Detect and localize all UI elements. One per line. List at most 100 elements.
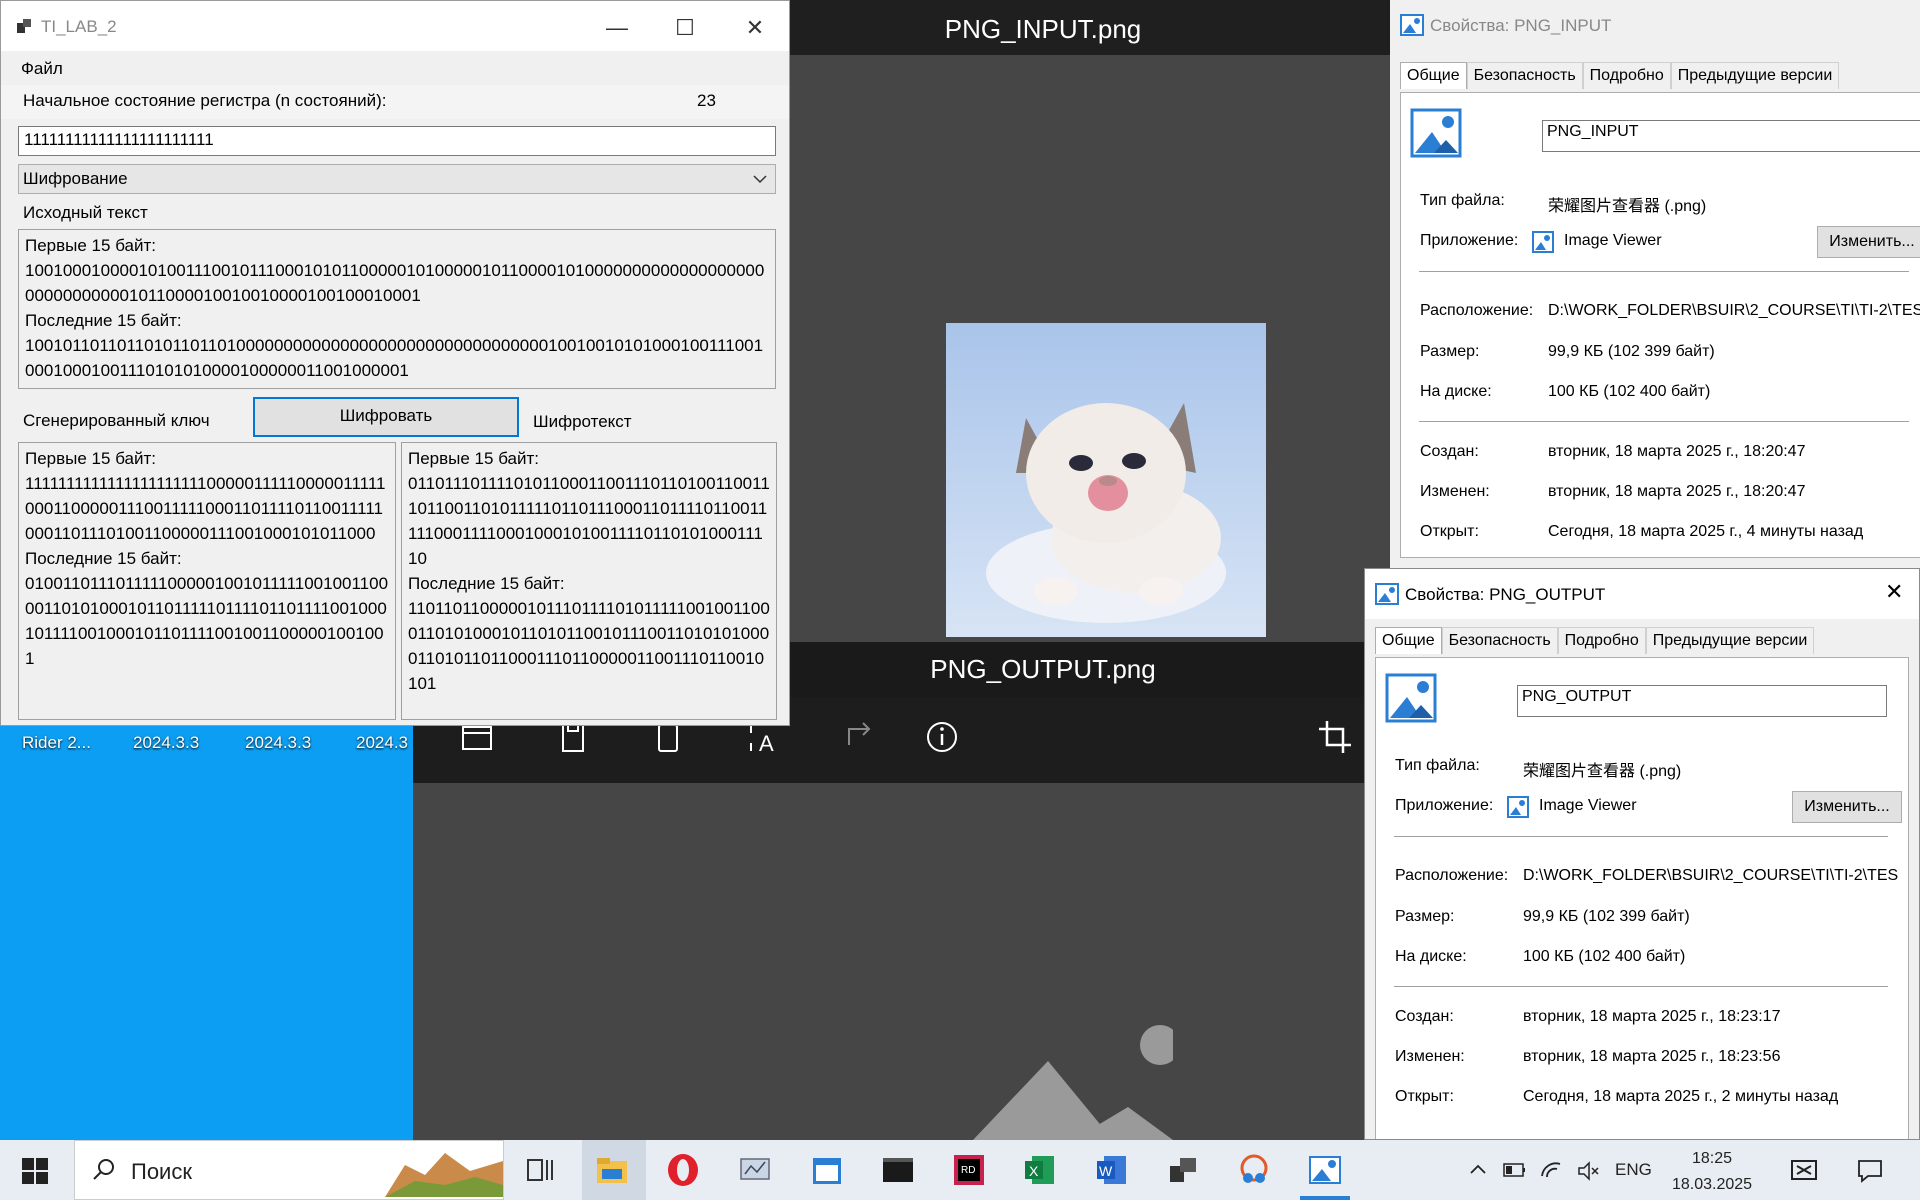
image-file-large-icon (1385, 673, 1437, 723)
file-name-input[interactable]: PNG_INPUT (1542, 120, 1920, 152)
register-input[interactable]: 11111111111111111111111 (18, 126, 776, 156)
key-label: Сгенерированный ключ (23, 411, 210, 430)
type-value: 荣耀图片查看器 (.png) (1548, 198, 1707, 215)
menu-file[interactable]: Файл (21, 59, 63, 79)
disk-size-value: 100 КБ (102 400 байт) (1548, 383, 1711, 400)
chevron-up-icon[interactable] (1468, 1160, 1488, 1180)
image-viewer-icon (1532, 231, 1554, 253)
file-explorer-icon[interactable] (594, 1152, 630, 1188)
close-button[interactable]: ✕ (1885, 579, 1903, 605)
calendar-icon[interactable] (809, 1152, 845, 1188)
key-text-area[interactable]: Первые 15 байт: 111111111111111111111100… (18, 442, 396, 720)
register-count: 23 (697, 91, 716, 110)
register-label: Начальное состояние регистра (n состояни… (23, 91, 387, 110)
tab-general[interactable]: Общие (1400, 62, 1467, 89)
paint-icon[interactable] (1236, 1152, 1272, 1188)
clock-date: 18.03.2025 (1671, 1176, 1753, 1193)
desktop-icon-label[interactable]: Rider 2... (22, 733, 91, 753)
cipher-label: Шифротекст (533, 412, 632, 431)
type-value: 荣耀图片查看器 (.png) (1523, 763, 1682, 780)
created-value: вторник, 18 марта 2025 г., 18:23:17 (1523, 1008, 1781, 1025)
start-windows-icon[interactable] (20, 1156, 50, 1186)
divider (1419, 271, 1909, 272)
search-placeholder: Поиск (131, 1159, 192, 1184)
svg-text:RD: RD (961, 1165, 975, 1176)
excel-icon[interactable]: X (1022, 1152, 1058, 1188)
maximize-button[interactable]: ☐ (657, 11, 713, 45)
wifi-icon[interactable] (1539, 1158, 1563, 1182)
tab-security[interactable]: Безопасность (1466, 62, 1583, 89)
location-label: Расположение: (1395, 867, 1509, 884)
created-value: вторник, 18 марта 2025 г., 18:20:47 (1548, 443, 1806, 460)
desktop-icon-label[interactable]: 2024.3.3 (245, 733, 311, 753)
svg-text:A: A (759, 731, 774, 756)
opera-icon[interactable] (665, 1152, 701, 1188)
info-icon[interactable] (920, 715, 964, 759)
divider (1419, 421, 1909, 422)
image-viewer-icon (1507, 796, 1529, 818)
photos-icon[interactable] (1307, 1152, 1343, 1188)
ti-lab-window: TI_LAB_2 — ☐ ✕ Файл Начальное состояние … (0, 0, 790, 726)
location-value: D:\WORK_FOLDER\BSUIR\2_COURSE\TI\TI-2\TE… (1523, 867, 1899, 884)
tab-details[interactable]: Подробно (1557, 627, 1646, 654)
keyboard-icon[interactable] (1790, 1158, 1818, 1182)
size-label: Размер: (1420, 343, 1480, 360)
size-value: 99,9 КБ (102 399 байт) (1523, 908, 1690, 925)
image-file-icon (1400, 14, 1424, 36)
tab-previous-versions[interactable]: Предыдущие версии (1645, 627, 1815, 654)
battery-icon[interactable] (1503, 1162, 1527, 1178)
opened-label: Открыт: (1395, 1088, 1454, 1105)
encrypt-button[interactable]: Шифровать (253, 397, 519, 437)
app-title-bar: TI_LAB_2 — ☐ ✕ (1, 1, 789, 51)
notifications-icon[interactable] (1856, 1158, 1884, 1184)
word-icon[interactable]: W (1094, 1152, 1130, 1188)
taskbar-search-box[interactable]: Поиск (74, 1140, 504, 1200)
properties-general-panel: PNG_INPUT Тип файла: 荣耀图片查看器 (.png) Прил… (1400, 92, 1920, 558)
type-label: Тип файла: (1395, 757, 1480, 774)
rider-icon[interactable]: RD (951, 1152, 987, 1188)
divider (1394, 836, 1888, 837)
created-label: Создан: (1395, 1008, 1454, 1025)
app-window-icon (17, 19, 31, 33)
modified-label: Изменен: (1395, 1048, 1465, 1065)
input-language[interactable]: ENG (1615, 1160, 1652, 1180)
kitten-photo (946, 323, 1266, 637)
tab-details[interactable]: Подробно (1582, 62, 1671, 89)
close-button[interactable]: ✕ (727, 11, 783, 45)
app-title: TI_LAB_2 (41, 17, 117, 36)
terminal-icon[interactable] (880, 1152, 916, 1188)
app-value: Image Viewer (1564, 232, 1662, 249)
minimize-button[interactable]: — (589, 11, 645, 45)
mode-select[interactable]: Шифрование (18, 164, 776, 194)
photos-running-indicator (1300, 1196, 1350, 1200)
source-text-area[interactable]: Первые 15 байт: 100100010000101001110010… (18, 229, 776, 389)
change-app-button[interactable]: Изменить... (1817, 226, 1920, 258)
share-icon[interactable] (837, 715, 881, 759)
tab-security[interactable]: Безопасность (1441, 627, 1558, 654)
cipher-text-area[interactable]: Первые 15 байт: 011011101111010110001100… (401, 442, 777, 720)
volume-muted-icon[interactable] (1576, 1160, 1600, 1182)
tab-general[interactable]: Общие (1375, 627, 1442, 654)
clock[interactable]: 18:25 18.03.2025 (1668, 1146, 1756, 1198)
modified-value: вторник, 18 марта 2025 г., 18:20:47 (1548, 483, 1806, 500)
app-window-icon[interactable] (1165, 1152, 1201, 1188)
file-name-input[interactable]: PNG_OUTPUT (1517, 685, 1887, 717)
mode-select-value: Шифрование (23, 169, 128, 188)
viewer-filename: PNG_INPUT.png (944, 14, 1142, 44)
opened-label: Открыт: (1420, 523, 1479, 540)
desktop-icon-label[interactable]: 2024.3.3 (133, 733, 199, 753)
image-file-large-icon (1410, 108, 1462, 158)
created-label: Создан: (1420, 443, 1479, 460)
search-icon (93, 1159, 114, 1180)
tab-previous-versions[interactable]: Предыдущие версии (1670, 62, 1840, 89)
change-app-button[interactable]: Изменить... (1792, 791, 1902, 823)
divider (1394, 986, 1888, 987)
modified-value: вторник, 18 марта 2025 г., 18:23:56 (1523, 1048, 1781, 1065)
size-value: 99,9 КБ (102 399 байт) (1548, 343, 1715, 360)
desktop-icon-label[interactable]: 2024.3 (356, 733, 408, 753)
disk-size-value: 100 КБ (102 400 байт) (1523, 948, 1686, 965)
task-view-icon[interactable] (522, 1152, 558, 1188)
crop-icon[interactable] (1313, 715, 1357, 759)
location-value: D:\WORK_FOLDER\BSUIR\2_COURSE\TI\TI-2\TE… (1548, 302, 1920, 319)
monitor-icon[interactable] (737, 1152, 773, 1188)
